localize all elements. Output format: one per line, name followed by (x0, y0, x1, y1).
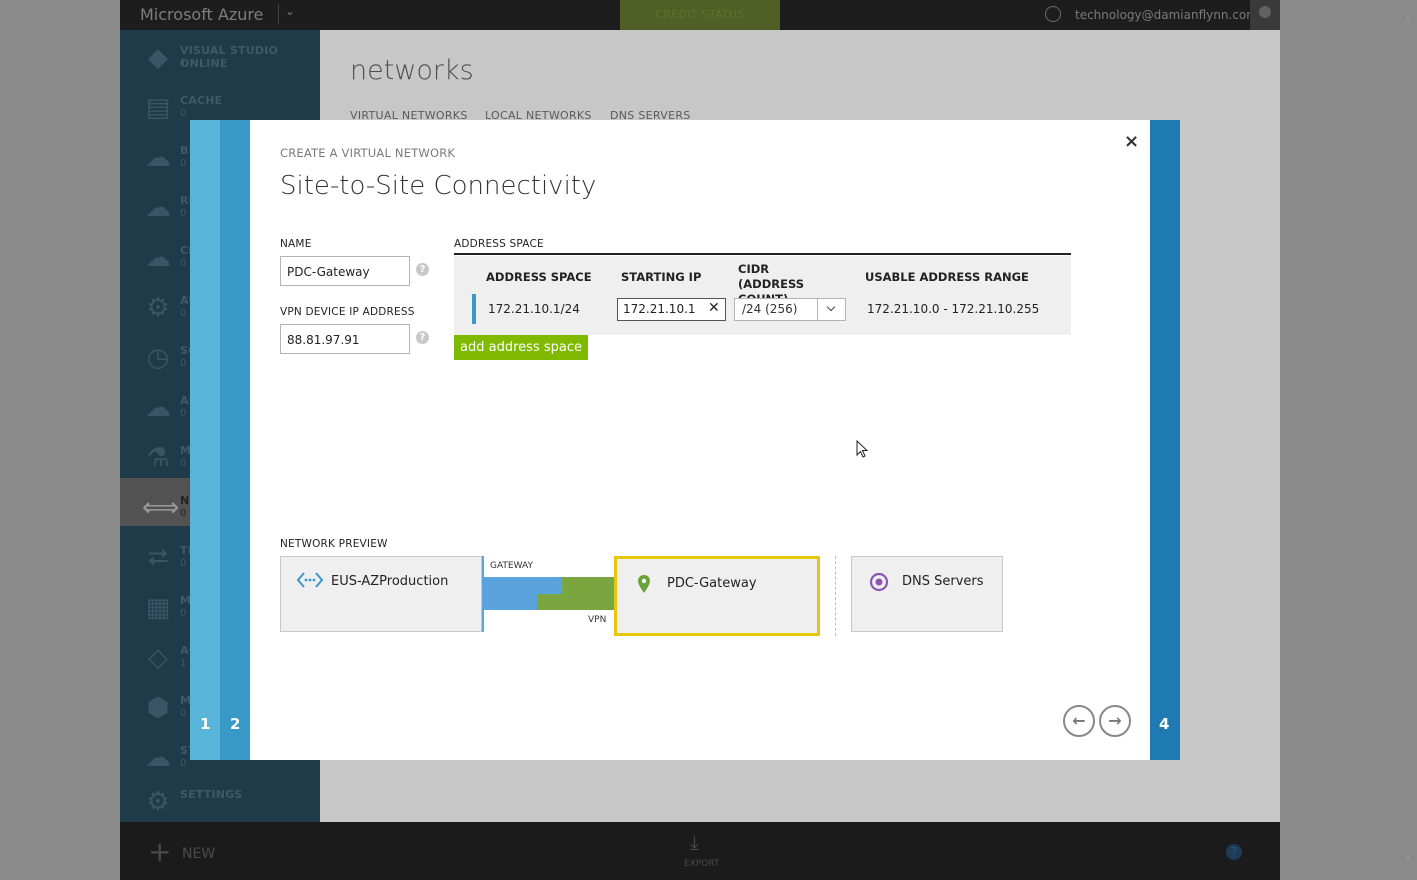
active-directory-icon: ◇ (148, 643, 168, 673)
column-header-address-space: ADDRESS SPACE (486, 270, 592, 284)
sidebar-item-label: SETTINGS (180, 788, 243, 801)
sidebar-item-count: 0 (180, 158, 187, 169)
scheduler-icon: ◷ (146, 343, 170, 373)
sidebar-item[interactable]: ⚙ SETTINGS (130, 780, 315, 824)
page-title: networks (350, 55, 474, 86)
wizard-subtitle: CREATE A VIRTUAL NETWORK (280, 146, 456, 160)
machine-learning-icon: ⚗ (146, 443, 170, 473)
sidebar-item[interactable]: ◆ VISUAL STUDIO ONLINE 1 (130, 36, 315, 80)
networks-icon: ⟺ (142, 493, 180, 523)
automation-icon: ⚙ (146, 293, 170, 323)
sidebar-item-count: 0 (180, 558, 187, 569)
gateway-bar-step (537, 577, 562, 594)
virtual-network-box[interactable] (280, 556, 482, 632)
sidebar-item-count: 1 (180, 658, 187, 669)
download-icon[interactable]: ⤓ (690, 830, 699, 854)
mouse-cursor-icon (856, 440, 869, 458)
dns-servers-box[interactable] (851, 556, 1003, 632)
row-indicator (472, 294, 476, 324)
storsimple-icon: ☁ (145, 743, 171, 773)
bizTalk-icon: ☁ (145, 143, 171, 173)
cloud-services-icon: ☁ (145, 243, 171, 273)
gateway-label: GATEWAY (490, 561, 533, 571)
cache-icon: ▤ (145, 93, 171, 123)
sidebar-item-count: 0 (180, 208, 187, 219)
dns-servers-label: DNS Servers (902, 574, 984, 589)
column-header-usable-range: USABLE ADDRESS RANGE (865, 270, 1029, 284)
dns-icon (869, 572, 889, 592)
virtual-network-name: EUS-AZProduction (331, 574, 449, 589)
local-network-box[interactable] (614, 556, 820, 636)
chevron-down-icon[interactable] (817, 299, 846, 320)
avatar[interactable] (1250, 0, 1280, 30)
network-icon (296, 572, 324, 588)
name-field[interactable]: PDC-Gateway (280, 256, 410, 286)
remote-app-icon: ☁ (145, 193, 171, 223)
sidebar-item-count: 0 (180, 308, 187, 319)
cidr-selected-value: /24 (256) (742, 302, 798, 316)
user-email[interactable]: technology@damianflynn.com (1075, 8, 1258, 22)
wizard-step-2-strip[interactable] (220, 120, 250, 760)
sidebar-item-label: VISUAL STUDIO ONLINE (180, 44, 279, 70)
previous-arrow-button[interactable]: ← (1063, 705, 1095, 737)
sidebar-item-count: 0 (180, 458, 187, 469)
sidebar-item-count: 0 (180, 408, 187, 419)
address-space-section-label: ADDRESS SPACE (454, 238, 544, 250)
usable-address-range: 172.21.10.0 - 172.21.10.255 (867, 302, 1040, 316)
next-arrow-button[interactable]: → (1099, 705, 1131, 737)
sidebar-item-count: 0 (180, 258, 187, 269)
clear-icon[interactable]: ✕ (708, 300, 720, 316)
brand-title[interactable]: Microsoft Azure (140, 5, 263, 24)
close-icon[interactable]: × (1124, 131, 1139, 152)
vpn-label: VPN (588, 615, 607, 625)
credit-status-button[interactable]: CREDIT STATUS (620, 0, 780, 30)
traffic-manager-icon: ⮂ (147, 543, 169, 573)
visual-studio-icon: ◆ (148, 43, 168, 73)
column-header-starting-ip: STARTING IP (621, 270, 702, 284)
address-space-value[interactable]: 172.21.10.1/24 (488, 302, 580, 316)
step-number-2[interactable]: 2 (230, 715, 240, 733)
sidebar-item-count: 0 (180, 508, 187, 519)
sidebar-item-count: 1 (180, 58, 187, 69)
step-number-4[interactable]: 4 (1159, 715, 1169, 733)
network-preview-label: NETWORK PREVIEW (280, 538, 388, 550)
help-icon[interactable]: ? (416, 331, 429, 344)
scroll-down-icon[interactable]: ∨ (1404, 852, 1411, 863)
export-button[interactable]: EXPORT (684, 859, 719, 869)
wizard-step-4-strip[interactable] (1150, 120, 1180, 760)
chevron-down-icon[interactable]: ⌄ (278, 4, 299, 24)
help-button[interactable]: ? (1226, 844, 1242, 860)
sidebar-item-count: 0 (180, 758, 187, 769)
wizard-title: Site-to-Site Connectivity (280, 171, 597, 201)
local-network-name: PDC-Gateway (667, 576, 757, 591)
settings-gear-icon: ⚙ (146, 787, 170, 817)
vpn-device-ip-label: VPN DEVICE IP ADDRESS (280, 306, 415, 318)
vpn-device-ip-field[interactable]: 88.81.97.91 (280, 324, 410, 354)
marketplace-icon: ⬢ (146, 693, 170, 723)
sidebar-item-count: 0 (180, 108, 187, 119)
command-bar (120, 822, 1280, 880)
name-label: NAME (280, 238, 312, 250)
help-icon[interactable]: ? (416, 263, 429, 276)
gateway-bar (482, 577, 537, 610)
globe-icon[interactable] (1045, 6, 1061, 22)
management-services-icon: ▦ (145, 593, 171, 623)
sidebar-item-count: 0 (180, 608, 187, 619)
divider (835, 556, 836, 636)
divider (454, 253, 1071, 255)
plus-icon[interactable]: + (148, 838, 171, 866)
add-address-space-button[interactable]: add address space (454, 335, 588, 360)
sidebar-item-label: CACHE (180, 94, 223, 107)
new-button[interactable]: NEW (182, 846, 215, 862)
scroll-up-icon[interactable]: ∧ (1404, 14, 1411, 25)
sidebar-item-count: 0 (180, 708, 187, 719)
step-number-1[interactable]: 1 (200, 715, 210, 733)
wizard-dialog (250, 120, 1150, 760)
wizard-step-1-strip[interactable] (190, 120, 220, 760)
sidebar-item-count: 0 (180, 358, 187, 369)
location-pin-icon (638, 575, 650, 593)
api-icon: ☁ (145, 393, 171, 423)
